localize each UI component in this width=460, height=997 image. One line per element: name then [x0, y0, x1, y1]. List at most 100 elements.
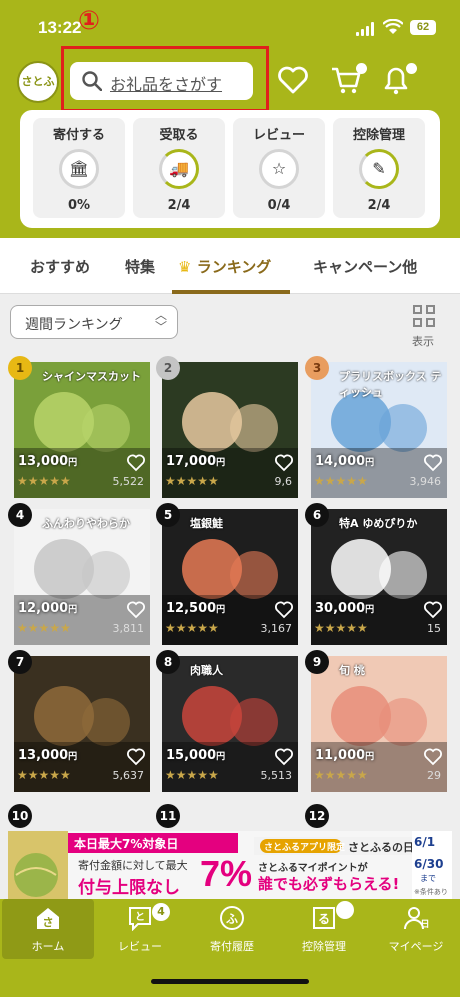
price-unit: 円	[216, 605, 226, 615]
wifi-icon	[383, 19, 403, 34]
favorite-heart-icon[interactable]	[423, 454, 443, 472]
favorite-heart-icon[interactable]	[126, 748, 146, 766]
tabbar-label: 寄付履歴	[210, 940, 254, 953]
product-card[interactable]: シャインマスカット 13,000円 ★★★★★ 5,522	[14, 362, 150, 498]
rank-badge: 4	[8, 503, 32, 527]
review-badge: 4	[152, 903, 170, 921]
favorite-heart-icon[interactable]	[274, 601, 294, 619]
rating-stars: ★★★★★	[165, 621, 219, 635]
tabbar-mypage[interactable]: 日 マイページ	[370, 899, 460, 959]
menu-value: 0%	[67, 198, 91, 213]
mypage-icon: 日	[404, 907, 429, 930]
review-count: 3,946	[409, 475, 442, 488]
favorite-heart-icon[interactable]	[274, 748, 294, 766]
product-card[interactable]: ふんわりやわらか 12,000円 ★★★★★ 3,811	[14, 509, 150, 645]
review-count: 3,167	[260, 622, 293, 635]
product-tag: シャインマスカット	[42, 370, 141, 383]
review-icon: と	[129, 907, 151, 931]
price-unit: 円	[365, 458, 375, 468]
product-price: 13,000円	[18, 454, 77, 469]
banner-app-only: さとふるアプリ限定	[264, 843, 346, 853]
price-unit: 円	[68, 605, 78, 615]
banner-day: さとふるの日	[348, 841, 414, 854]
price-value: 13,000	[18, 454, 69, 469]
product-card[interactable]: 肉職人 15,000円 ★★★★★ 5,513	[162, 656, 298, 792]
annotation-marker: ①	[78, 6, 101, 36]
banner-date-to: 6/30	[414, 857, 444, 871]
home-icon: さ	[37, 908, 59, 929]
tab-features[interactable]: 特集	[125, 256, 155, 277]
menu-item-receive[interactable]: 受取る 🚚 2/4	[133, 118, 225, 218]
product-price: 30,000円	[315, 601, 374, 616]
menu-item-donate[interactable]: 寄付する 🏛 0%	[33, 118, 125, 218]
grid-icon	[413, 305, 422, 314]
rank-badge: 7	[8, 650, 32, 674]
rating-stars: ★★★★★	[314, 474, 368, 488]
menu-item-deduction[interactable]: 控除管理 ✎ 2/4	[333, 118, 425, 218]
svg-text:日: 日	[420, 919, 429, 930]
favorite-heart-icon[interactable]	[126, 601, 146, 619]
product-price: 17,000円	[166, 454, 225, 469]
tab-recommended[interactable]: おすすめ	[30, 256, 90, 277]
status-time: 13:22	[38, 18, 82, 37]
campaign-banner[interactable]: 本日最大7%対象日 寄付金額に対して最大 付与上限なし 7% さとふるアプリ限定…	[8, 831, 452, 899]
favorite-heart-icon[interactable]	[126, 454, 146, 472]
view-toggle-button[interactable]: 表示	[411, 303, 441, 348]
annotation-highlight-box	[61, 46, 269, 112]
banner-date-suffix: まで	[420, 874, 436, 883]
tabbar-home[interactable]: さ ホーム	[2, 899, 94, 959]
product-tag: 肉職人	[190, 664, 223, 677]
svg-text:さ: さ	[43, 916, 54, 929]
product-card[interactable]: 13,000円 ★★★★★ 5,637	[14, 656, 150, 792]
rating-stars: ★★★★★	[17, 621, 71, 635]
rank-badge: 8	[156, 650, 180, 674]
logo-text: さとふる	[21, 75, 55, 126]
price-unit: 円	[216, 458, 226, 468]
product-tag: プラリスボックス ティッシュ	[339, 370, 442, 399]
menu-label: 受取る	[159, 128, 199, 143]
favorite-heart-icon[interactable]	[423, 748, 443, 766]
rank-badge: 5	[156, 503, 180, 527]
price-value: 13,000	[18, 748, 69, 763]
svg-text:ふ: ふ	[226, 912, 238, 926]
product-tag: 旬 桃	[339, 664, 365, 677]
tabbar-review[interactable]: と 4 レビュー	[94, 899, 186, 959]
tab-campaign[interactable]: キャンペーン他	[313, 256, 417, 277]
tabbar-label: マイページ	[388, 940, 444, 953]
document-icon: ✎	[359, 149, 399, 189]
tab-ranking[interactable]: ♛ ランキング	[178, 256, 271, 277]
product-card[interactable]: 塩銀鮭 12,500円 ★★★★★ 3,167	[162, 509, 298, 645]
price-value: 12,000	[18, 601, 69, 616]
price-unit: 円	[216, 752, 226, 762]
price-value: 14,000	[315, 454, 366, 469]
ranking-period-select[interactable]: 週間ランキング ︿ ﹀	[10, 305, 178, 339]
banner-everyone: 誰でも必ずもらえる!	[258, 875, 400, 893]
product-card[interactable]: 特A ゆめぴりか 30,000円 ★★★★★ 15	[311, 509, 447, 645]
menu-item-review[interactable]: レビュー ☆ 0/4	[233, 118, 325, 218]
app-logo[interactable]: さとふる	[17, 61, 59, 126]
rating-stars: ★★★★★	[165, 768, 219, 782]
svg-text:と: と	[135, 911, 145, 923]
banner-big-pct: 7%	[200, 853, 253, 894]
ranking-period-label: 週間ランキング	[25, 317, 123, 333]
heart-icon[interactable]	[277, 64, 309, 96]
tabbar-history[interactable]: ふ 寄付履歴	[186, 899, 278, 959]
price-value: 12,500	[166, 601, 217, 616]
rank-badge: 2	[156, 356, 180, 380]
product-tag: 塩銀鮭	[190, 517, 223, 530]
active-tab-indicator	[172, 290, 290, 294]
tab-ranking-label: ランキング	[196, 258, 272, 276]
product-price: 15,000円	[166, 748, 225, 763]
donate-icon: 🏛	[59, 149, 99, 189]
favorite-heart-icon[interactable]	[423, 601, 443, 619]
favorite-heart-icon[interactable]	[274, 454, 294, 472]
view-toggle-label: 表示	[412, 335, 434, 348]
product-price: 13,000円	[18, 748, 77, 763]
product-card[interactable]: 17,000円 ★★★★★ 9,6	[162, 362, 298, 498]
product-card[interactable]: プラリスボックス ティッシュ 14,000円 ★★★★★ 3,946	[311, 362, 447, 498]
truck-icon: 🚚	[159, 149, 199, 189]
product-card[interactable]: 旬 桃 11,000円 ★★★★★ 29	[311, 656, 447, 792]
tabbar-deduction[interactable]: る 控除管理	[278, 899, 370, 959]
tabbar-label: レビュー	[118, 940, 162, 953]
deduction-icon: る	[313, 907, 335, 929]
